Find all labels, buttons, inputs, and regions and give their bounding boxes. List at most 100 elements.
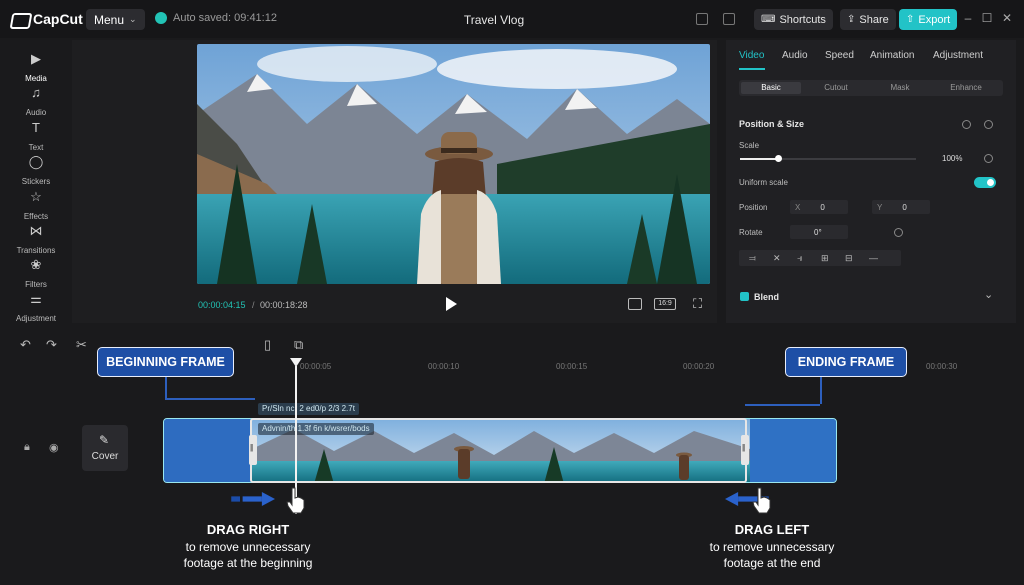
cover-button[interactable]: ✎ Cover (82, 425, 128, 471)
align-center-icon[interactable]: ✕ (773, 253, 781, 264)
tab-animation[interactable]: Animation (870, 50, 914, 61)
effects-icon: ☆ (30, 189, 42, 204)
delete-icon[interactable]: ▯ (264, 338, 271, 351)
share-button[interactable]: ⇪ Share (840, 9, 896, 30)
subtab-mask[interactable]: Mask (869, 82, 931, 94)
media-icon: ▶ (31, 51, 41, 66)
filters-icon: ❀ (30, 257, 42, 272)
keyboard-icon: ⌨ (761, 14, 776, 25)
trim-handle-right[interactable] (741, 435, 749, 465)
tool-stickers[interactable]: ◯ Stickers (0, 155, 72, 189)
align-bottom-icon[interactable]: — (869, 253, 878, 263)
y-label: Y (877, 202, 883, 212)
callout-connector (820, 376, 822, 404)
rotate-icon[interactable] (894, 228, 903, 237)
play-icon[interactable] (446, 297, 457, 311)
callout-connector (165, 376, 167, 398)
crop-icon[interactable]: ⧉ (294, 338, 303, 351)
shortcuts-label: Shortcuts (779, 13, 826, 26)
drag-left-title: DRAG LEFT (734, 522, 810, 537)
trim-handle-left[interactable] (249, 435, 257, 465)
rotate-value: 0° (814, 227, 822, 237)
properties-panel: Video Audio Speed Animation Adjustment B… (726, 40, 1016, 323)
uniform-scale-toggle[interactable] (974, 177, 996, 188)
cover-label: Cover (91, 451, 119, 462)
fullscreen-icon[interactable]: ⛶ (693, 296, 702, 312)
adjustment-icon: ⚌ (30, 291, 42, 306)
position-x-field[interactable]: X 0 (790, 200, 848, 214)
tool-audio[interactable]: ♫ Audio (0, 86, 72, 120)
drag-right-line1: to remove unnecessary (185, 540, 311, 554)
tool-label: Filters (25, 280, 47, 289)
subtab-basic[interactable]: Basic (741, 82, 801, 94)
split-icon[interactable]: ✂ (76, 338, 87, 351)
undo-icon[interactable]: ↶ (20, 338, 31, 351)
x-value: 0 (820, 202, 825, 212)
subtab-enhance[interactable]: Enhance (935, 82, 997, 94)
time-separator: / (252, 300, 255, 310)
eye-icon[interactable]: ◉ (49, 441, 59, 454)
window-icon[interactable] (723, 13, 735, 25)
blend-checkbox[interactable] (740, 292, 749, 301)
beginning-frame-callout: BEGINNING FRAME (97, 347, 234, 377)
tab-audio[interactable]: Audio (782, 50, 808, 61)
share-label: Share (859, 13, 889, 26)
tool-text[interactable]: T Text (0, 121, 72, 155)
capcut-logo-icon (10, 10, 28, 28)
pencil-icon: ✎ (99, 433, 110, 447)
minimize-icon[interactable]: – (962, 12, 974, 24)
chevron-down-icon: ⌄ (129, 14, 137, 24)
scale-stepper-icon[interactable] (984, 154, 993, 163)
scale-slider-handle[interactable] (775, 155, 782, 162)
tool-filters[interactable]: ❀ Filters (0, 258, 72, 292)
subtab-bar: Basic Cutout Mask Enhance (739, 80, 1003, 96)
tab-video[interactable]: Video (739, 50, 764, 61)
chevron-down-icon[interactable]: ⌄ (984, 288, 993, 301)
menu-button[interactable]: Menu ⌄ (86, 9, 145, 30)
stickers-icon: ◯ (28, 154, 44, 169)
video-preview[interactable] (197, 44, 710, 284)
time-tick: 00:00:15 (556, 362, 588, 371)
align-left-icon[interactable]: ⫤ (749, 253, 756, 264)
time-tick: 00:00:10 (428, 362, 460, 371)
tool-effects[interactable]: ☆ Effects (0, 190, 72, 224)
align-middle-icon[interactable]: ⊟ (845, 253, 853, 264)
hand-cursor-icon (286, 487, 305, 514)
subtab-cutout[interactable]: Cutout (805, 82, 867, 94)
position-y-field[interactable]: Y 0 (872, 200, 930, 214)
playhead-handle[interactable] (290, 358, 302, 367)
scale-label: Scale (739, 141, 760, 150)
redo-icon[interactable]: ↷ (46, 338, 57, 351)
tab-speed[interactable]: Speed (825, 50, 854, 61)
hand-cursor-icon (752, 487, 771, 514)
reset-icon[interactable] (984, 120, 993, 129)
layout-icon[interactable] (696, 13, 708, 25)
tool-label: Text (28, 143, 44, 152)
aspect-ratio-button[interactable]: 16:9 (654, 298, 676, 310)
rotate-field[interactable]: 0° (790, 225, 848, 239)
keyframe-icon[interactable] (962, 120, 971, 129)
clip-info-tag: Pr/Sln ncr 2 ed0/p 2/3 2.7t (258, 403, 359, 415)
clip-selection-frame (250, 418, 747, 483)
shortcuts-button[interactable]: ⌨ Shortcuts (754, 9, 833, 30)
fit-icon[interactable] (628, 298, 642, 310)
tab-adjustment[interactable]: Adjustment (933, 50, 983, 61)
maximize-icon[interactable]: ☐ (981, 12, 993, 24)
align-right-icon[interactable]: ⫣ (797, 253, 802, 264)
title-bar: CapCut Menu ⌄ Auto saved: 09:41:12 Trave… (0, 0, 1024, 38)
tool-label: Audio (25, 108, 47, 117)
align-top-icon[interactable]: ⊞ (821, 253, 829, 264)
close-icon[interactable]: ✕ (1001, 12, 1013, 24)
position-size-heading: Position & Size (739, 119, 805, 129)
project-title[interactable]: Travel Vlog (440, 13, 548, 27)
current-time: 00:00:04:15 (198, 300, 246, 310)
menu-label: Menu (94, 12, 125, 27)
scale-value[interactable]: 100% (942, 154, 962, 163)
export-button[interactable]: ⇧ Export (899, 9, 958, 30)
tool-media[interactable]: ▶ Media (0, 52, 72, 86)
scale-slider-fill (740, 158, 778, 160)
tool-transitions[interactable]: ⋈ Transitions (0, 224, 72, 258)
tool-adjustment[interactable]: ⚌ Adjustment (0, 292, 72, 326)
active-tab-indicator (739, 68, 765, 70)
lock-icon[interactable]: 🔒︎ (24, 441, 30, 454)
